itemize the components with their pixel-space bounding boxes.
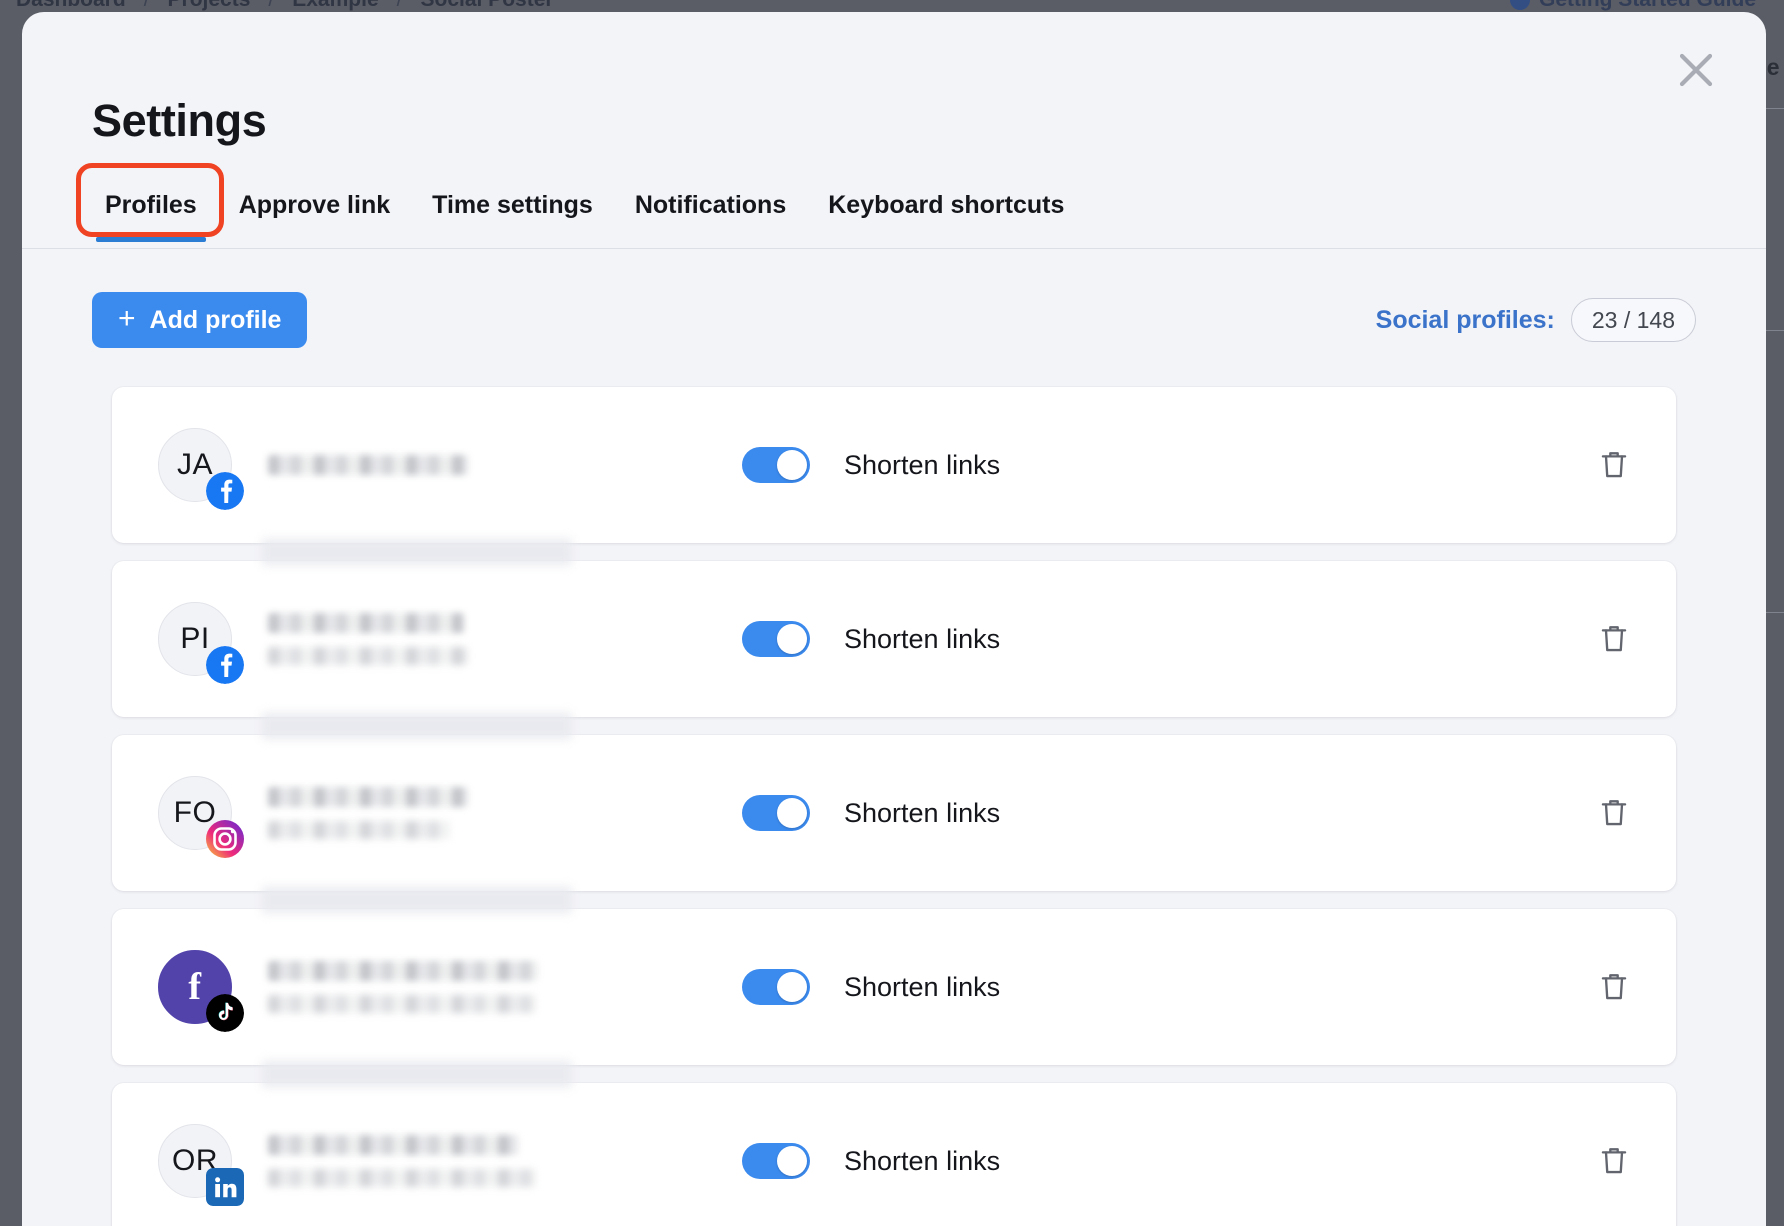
profile-name — [268, 961, 698, 1013]
profile-handle-redacted — [268, 821, 450, 839]
profile-handle-redacted — [268, 647, 468, 665]
shorten-links-group: Shorten links — [742, 621, 1000, 657]
page-root: Dashboard / Projects / Example / Social … — [0, 0, 1784, 1226]
profile-handle-redacted — [268, 1169, 536, 1187]
toggle-knob — [777, 798, 807, 828]
trash-icon[interactable] — [1590, 963, 1638, 1011]
question-mark-icon — [1510, 0, 1530, 10]
avatar: OR — [158, 1124, 232, 1198]
shorten-links-group: Shorten links — [742, 447, 1000, 483]
profile-row[interactable]: PI Shorten links — [112, 561, 1676, 717]
avatar: JA — [158, 428, 232, 502]
shorten-links-label: Shorten links — [844, 450, 1000, 481]
shorten-links-group: Shorten links — [742, 969, 1000, 1005]
add-profile-button[interactable]: + Add profile — [92, 292, 307, 348]
toggle-knob — [777, 450, 807, 480]
shorten-links-toggle[interactable] — [742, 447, 810, 483]
tab-keyboard-shortcuts[interactable]: Keyboard shortcuts — [807, 187, 1085, 242]
social-profiles-counter: Social profiles: 23 / 148 — [1376, 298, 1696, 342]
breadcrumb-separator: / — [268, 0, 274, 12]
profile-name — [268, 613, 698, 665]
instagram-icon — [206, 820, 244, 858]
social-profiles-label: Social profiles: — [1376, 306, 1555, 335]
tiktok-icon — [206, 994, 244, 1032]
facebook-icon — [206, 646, 244, 684]
tab-notifications[interactable]: Notifications — [614, 187, 807, 242]
shorten-links-label: Shorten links — [844, 624, 1000, 655]
tab-time-settings[interactable]: Time settings — [411, 187, 614, 242]
toggle-knob — [777, 624, 807, 654]
profile-name — [268, 455, 698, 475]
add-profile-label: Add profile — [150, 306, 282, 335]
breadcrumb-item-projects[interactable]: Projects — [168, 0, 251, 12]
profile-row[interactable]: f — [112, 909, 1676, 1065]
profile-name — [268, 787, 698, 839]
close-icon[interactable] — [1668, 42, 1724, 98]
shorten-links-group: Shorten links — [742, 795, 1000, 831]
trash-icon[interactable] — [1590, 615, 1638, 663]
breadcrumb-item-example[interactable]: Example — [292, 0, 378, 12]
trash-icon[interactable] — [1590, 1137, 1638, 1185]
shorten-links-label: Shorten links — [844, 798, 1000, 829]
shorten-links-group: Shorten links — [742, 1143, 1000, 1179]
linkedin-icon — [206, 1168, 244, 1206]
breadcrumb: Dashboard / Projects / Example / Social … — [16, 0, 554, 12]
profile-row[interactable]: OR Shorten li — [112, 1083, 1676, 1226]
profile-name-redacted — [268, 787, 468, 807]
profile-list: JA Shorten links — [112, 387, 1676, 1226]
shorten-links-toggle[interactable] — [742, 969, 810, 1005]
settings-modal: Settings Profiles Approve link Time sett… — [22, 12, 1766, 1226]
profile-handle-redacted — [268, 995, 536, 1013]
breadcrumb-separator: / — [144, 0, 150, 12]
profile-name-redacted — [268, 961, 538, 981]
social-profiles-count-badge: 23 / 148 — [1571, 298, 1696, 342]
toggle-knob — [777, 972, 807, 1002]
profiles-action-bar: + Add profile Social profiles: 23 / 148 — [92, 292, 1696, 348]
profile-name — [268, 1135, 698, 1187]
profile-name-redacted — [268, 455, 468, 475]
shorten-links-label: Shorten links — [844, 972, 1000, 1003]
shorten-links-label: Shorten links — [844, 1146, 1000, 1177]
tab-profiles[interactable]: Profiles — [84, 187, 218, 242]
plus-icon: + — [118, 304, 136, 334]
profile-row[interactable]: JA Shorten links — [112, 387, 1676, 543]
profile-name-redacted — [268, 613, 464, 633]
settings-tabs: Profiles Approve link Time settings Noti… — [22, 187, 1766, 249]
profile-row[interactable]: FO — [112, 735, 1676, 891]
page-title: Settings — [92, 95, 266, 147]
shorten-links-toggle[interactable] — [742, 1143, 810, 1179]
avatar: PI — [158, 602, 232, 676]
profile-name-redacted — [268, 1135, 518, 1155]
getting-started-guide-label: Getting Started Guide — [1539, 0, 1756, 12]
shorten-links-toggle[interactable] — [742, 621, 810, 657]
breadcrumb-separator: / — [397, 0, 403, 12]
breadcrumb-item-dashboard[interactable]: Dashboard — [16, 0, 126, 12]
tab-approve-link[interactable]: Approve link — [218, 187, 411, 242]
facebook-icon — [206, 472, 244, 510]
shorten-links-toggle[interactable] — [742, 795, 810, 831]
avatar: FO — [158, 776, 232, 850]
trash-icon[interactable] — [1590, 441, 1638, 489]
getting-started-guide-link[interactable]: Getting Started Guide — [1510, 0, 1756, 12]
avatar: f — [158, 950, 232, 1024]
toggle-knob — [777, 1146, 807, 1176]
breadcrumb-item-social-poster[interactable]: Social Poster — [420, 0, 553, 12]
trash-icon[interactable] — [1590, 789, 1638, 837]
